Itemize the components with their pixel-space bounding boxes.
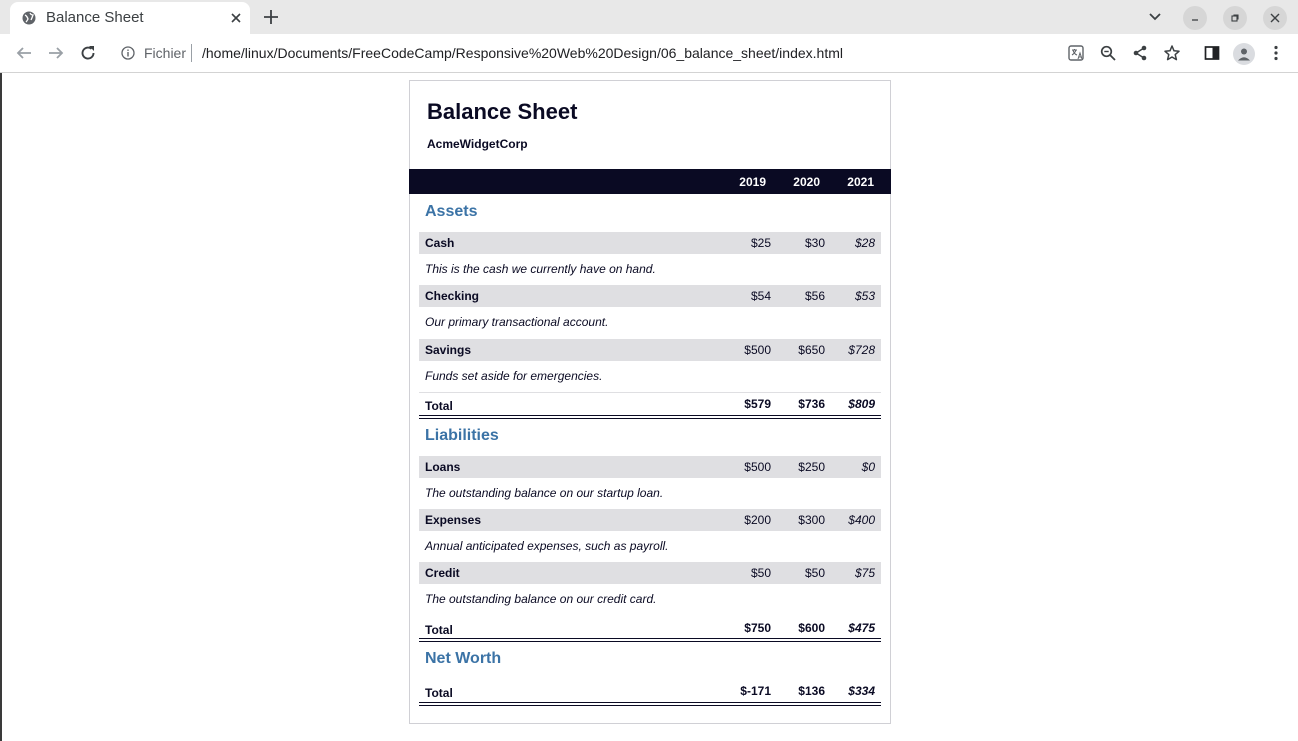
close-window-button[interactable]	[1263, 6, 1287, 30]
forward-arrow-icon[interactable]	[47, 44, 65, 62]
cell-value: $200	[744, 513, 771, 527]
cell-value: $300	[798, 513, 825, 527]
row-description: This is the cash we currently have on ha…	[425, 262, 656, 276]
row-description: Annual anticipated expenses, such as pay…	[425, 539, 669, 553]
restore-button[interactable]	[1223, 6, 1247, 30]
row-description: The outstanding balance on our startup l…	[425, 486, 664, 500]
total-row: Total $-171 $136 $334	[419, 679, 881, 701]
table-row: Savings $500 $650 $728	[419, 339, 881, 361]
cell-value: $500	[744, 460, 771, 474]
cell-value: $56	[804, 289, 825, 303]
translate-icon[interactable]	[1067, 44, 1085, 62]
balance-sheet-card: Balance Sheet AcmeWidgetCorp 2019 2020 2…	[409, 80, 891, 724]
restore-icon	[1231, 14, 1239, 22]
company-name: AcmeWidgetCorp	[427, 137, 528, 151]
double-rule	[419, 638, 881, 642]
year-header-bar: 2019 2020 2021	[409, 169, 891, 194]
year-header: 2021	[847, 175, 874, 189]
cell-value: $400	[848, 513, 875, 527]
total-value: $136	[798, 684, 825, 698]
total-value: $736	[798, 397, 825, 411]
site-info-icon[interactable]	[121, 46, 135, 60]
kebab-menu-icon[interactable]	[1267, 44, 1285, 62]
page-title: Balance Sheet	[427, 99, 578, 124]
row-description: Our primary transactional account.	[425, 315, 609, 329]
cell-value: $30	[804, 236, 825, 250]
section-title-liabilities: Liabilities	[425, 427, 499, 444]
zoom-icon[interactable]	[1099, 44, 1117, 62]
table-row: Credit $50 $50 $75	[419, 562, 881, 584]
total-value: $600	[798, 621, 825, 635]
cell-value: $54	[750, 289, 771, 303]
cell-value: $0	[861, 460, 875, 474]
cell-value: $53	[854, 289, 875, 303]
row-description: Funds set aside for emergencies.	[425, 369, 603, 383]
share-icon[interactable]	[1131, 44, 1149, 62]
row-label: Total	[425, 686, 453, 700]
tab-title: Balance Sheet	[46, 9, 144, 26]
row-label: Total	[425, 623, 453, 637]
row-label: Expenses	[425, 513, 482, 527]
tab-strip: Balance Sheet	[0, 0, 1298, 34]
row-label: Loans	[425, 460, 461, 474]
total-value: $579	[744, 397, 771, 411]
table-row: Cash $25 $30 $28	[419, 232, 881, 254]
row-label: Cash	[425, 236, 455, 250]
url-scheme-label: Fichier	[144, 45, 187, 61]
year-header: 2019	[739, 175, 766, 189]
total-row: Total $579 $736 $809	[419, 392, 881, 414]
minimize-icon	[1192, 19, 1198, 21]
close-icon[interactable]	[228, 10, 244, 26]
side-panel-icon[interactable]	[1203, 44, 1221, 62]
cell-value: $250	[798, 460, 825, 474]
double-rule	[419, 415, 881, 419]
back-arrow-icon[interactable]	[15, 44, 33, 62]
minimize-button[interactable]	[1183, 6, 1207, 30]
address-bar-url[interactable]: /home/linux/Documents/FreeCodeCamp/Respo…	[202, 45, 843, 61]
table-row: Checking $54 $56 $53	[419, 285, 881, 307]
table-row: Loans $500 $250 $0	[419, 456, 881, 478]
chevron-down-icon[interactable]	[1148, 10, 1162, 24]
total-value: $809	[848, 397, 875, 411]
url-separator	[191, 44, 192, 62]
reload-icon[interactable]	[79, 44, 97, 62]
total-value: $-171	[740, 684, 771, 698]
total-value: $750	[744, 621, 771, 635]
total-value: $475	[848, 621, 875, 635]
row-label: Credit	[425, 566, 460, 580]
cell-value: $75	[854, 566, 875, 580]
profile-avatar[interactable]	[1233, 43, 1255, 65]
year-header: 2020	[793, 175, 820, 189]
total-row: Total $750 $600 $475	[419, 616, 881, 638]
row-label: Savings	[425, 343, 472, 357]
window-left-edge	[0, 73, 2, 741]
bookmark-star-icon[interactable]	[1163, 44, 1181, 62]
cell-value: $728	[848, 343, 875, 357]
total-value: $334	[848, 684, 875, 698]
cell-value: $28	[854, 236, 875, 250]
row-label: Total	[425, 399, 453, 413]
table-row: Expenses $200 $300 $400	[419, 509, 881, 531]
cell-value: $50	[804, 566, 825, 580]
cell-value: $500	[744, 343, 771, 357]
row-label: Checking	[425, 289, 480, 303]
cell-value: $650	[798, 343, 825, 357]
close-window-icon	[1270, 13, 1280, 23]
new-tab-plus-icon[interactable]	[262, 8, 280, 26]
row-description: The outstanding balance on our credit ca…	[425, 592, 657, 606]
tab-balance-sheet[interactable]: Balance Sheet	[10, 2, 250, 34]
section-title-net-worth: Net Worth	[425, 650, 502, 667]
profile-person-icon	[1238, 48, 1250, 61]
cell-value: $50	[750, 566, 771, 580]
browser-toolbar: Fichier /home/linux/Documents/FreeCodeCa…	[0, 34, 1298, 73]
double-rule	[419, 702, 881, 706]
cell-value: $25	[750, 236, 771, 250]
section-title-assets: Assets	[425, 203, 478, 220]
globe-icon	[22, 11, 36, 25]
